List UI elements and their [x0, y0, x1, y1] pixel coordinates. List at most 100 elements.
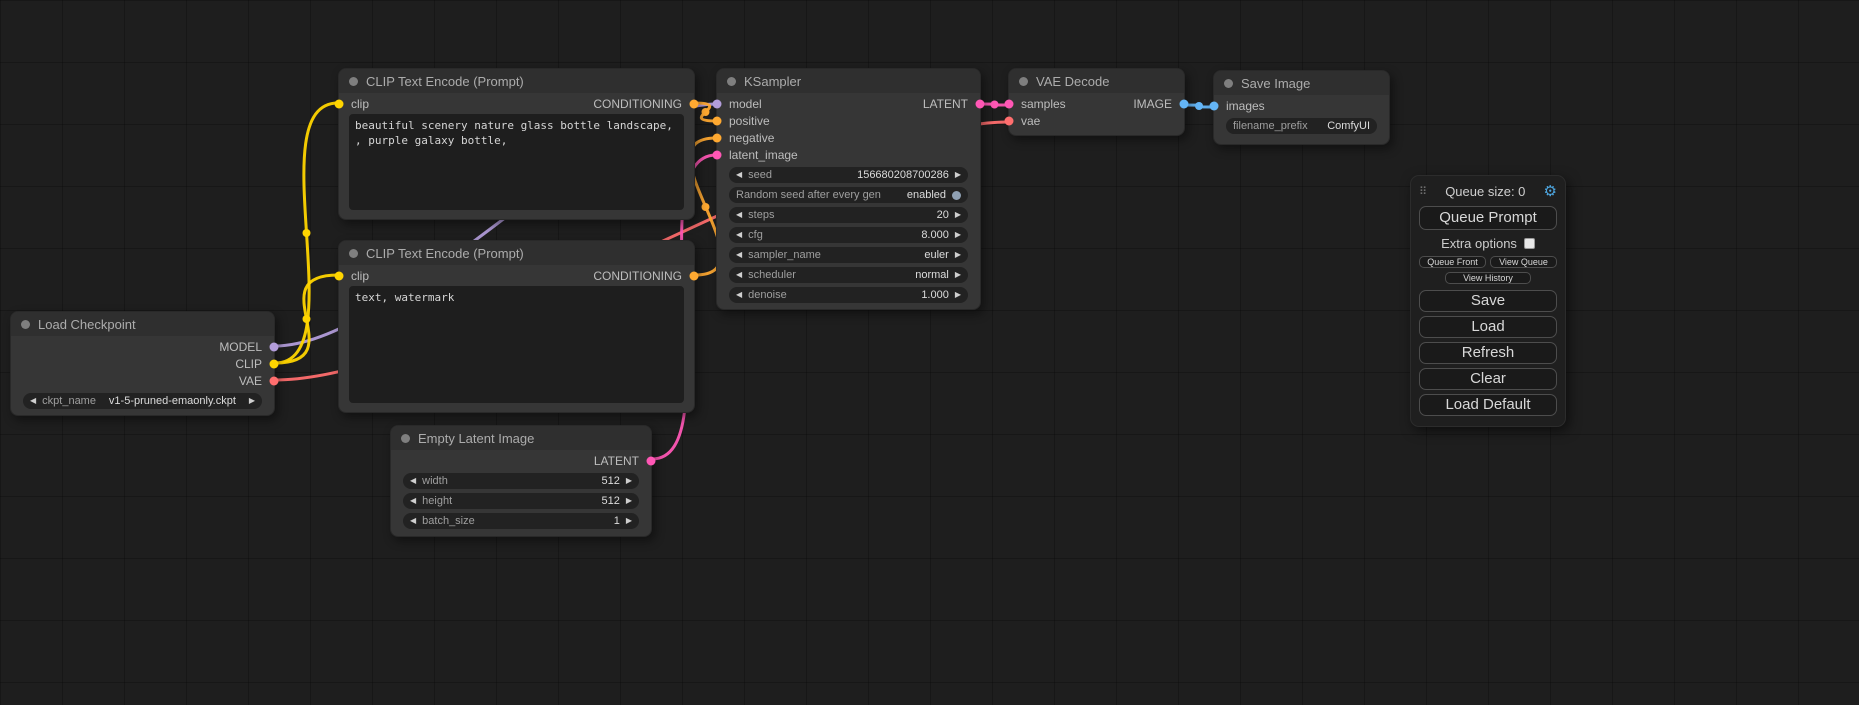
toggle-dot[interactable] — [952, 191, 961, 200]
conditioning-output-port[interactable]: CONDITIONING — [593, 267, 684, 284]
denoise-widget[interactable]: ◀ denoise 1.000 ▶ — [729, 287, 968, 303]
scheduler-widget[interactable]: ◀ scheduler normal ▶ — [729, 267, 968, 283]
collapse-toggle-icon[interactable] — [349, 249, 358, 258]
vae-port-dot[interactable] — [269, 376, 279, 386]
latent-port-dot[interactable] — [712, 150, 722, 160]
node-titlebar[interactable]: KSampler — [717, 69, 980, 93]
image-port-dot[interactable] — [1179, 99, 1189, 109]
increment-arrow-icon[interactable]: ▶ — [955, 291, 961, 299]
latent-output-port[interactable]: LATENT — [401, 452, 641, 469]
cfg-widget[interactable]: ◀ cfg 8.000 ▶ — [729, 227, 968, 243]
node-clip-text-encode-negative[interactable]: CLIP Text Encode (Prompt) clip CONDITION… — [338, 240, 695, 413]
increment-arrow-icon[interactable]: ▶ — [626, 517, 632, 525]
increment-arrow-icon[interactable]: ▶ — [955, 251, 961, 259]
decrement-arrow-icon[interactable]: ◀ — [736, 211, 742, 219]
decrement-arrow-icon[interactable]: ◀ — [736, 231, 742, 239]
ckpt-name-widget[interactable]: ◀ ckpt_name v1-5-pruned-emaonly.ckpt ▶ — [23, 393, 262, 409]
height-widget[interactable]: ◀ height 512 ▶ — [403, 493, 639, 509]
increment-arrow-icon[interactable]: ▶ — [955, 231, 961, 239]
collapse-toggle-icon[interactable] — [401, 434, 410, 443]
collapse-toggle-icon[interactable] — [1019, 77, 1028, 86]
increment-arrow-icon[interactable]: ▶ — [955, 171, 961, 179]
node-load-checkpoint[interactable]: Load Checkpoint MODEL CLIP VAE ◀ ckpt_na… — [10, 311, 275, 416]
decrement-arrow-icon[interactable]: ◀ — [30, 397, 36, 405]
increment-arrow-icon[interactable]: ▶ — [626, 497, 632, 505]
conditioning-port-dot[interactable] — [712, 116, 722, 126]
conditioning-port-dot[interactable] — [712, 133, 722, 143]
model-input-port[interactable]: model — [727, 95, 762, 112]
queue-prompt-button[interactable]: Queue Prompt — [1419, 206, 1557, 230]
node-titlebar[interactable]: Empty Latent Image — [391, 426, 651, 450]
collapse-toggle-icon[interactable] — [21, 320, 30, 329]
decrement-arrow-icon[interactable]: ◀ — [736, 271, 742, 279]
load-default-button[interactable]: Load Default — [1419, 394, 1557, 416]
vae-input-port[interactable]: vae — [1019, 112, 1174, 129]
clip-input-port[interactable]: clip — [349, 267, 369, 284]
sampler-name-widget[interactable]: ◀ sampler_name euler ▶ — [729, 247, 968, 263]
load-button[interactable]: Load — [1419, 316, 1557, 338]
node-save-image[interactable]: Save Image images filename_prefix ComfyU… — [1213, 70, 1390, 145]
model-output-port[interactable]: MODEL — [21, 338, 264, 355]
clip-port-dot[interactable] — [269, 359, 279, 369]
clip-port-dot[interactable] — [334, 271, 344, 281]
clear-button[interactable]: Clear — [1419, 368, 1557, 390]
save-button[interactable]: Save — [1419, 290, 1557, 312]
node-titlebar[interactable]: CLIP Text Encode (Prompt) — [339, 69, 694, 93]
view-history-button[interactable]: View History — [1445, 272, 1531, 284]
images-input-port[interactable]: images — [1224, 97, 1379, 114]
prompt-textarea[interactable]: text, watermark — [349, 286, 684, 403]
node-clip-text-encode-positive[interactable]: CLIP Text Encode (Prompt) clip CONDITION… — [338, 68, 695, 220]
extra-options-checkbox[interactable] — [1524, 238, 1535, 249]
model-port-dot[interactable] — [712, 99, 722, 109]
collapse-toggle-icon[interactable] — [349, 77, 358, 86]
node-titlebar[interactable]: CLIP Text Encode (Prompt) — [339, 241, 694, 265]
clip-input-port[interactable]: clip — [349, 95, 369, 112]
decrement-arrow-icon[interactable]: ◀ — [410, 497, 416, 505]
conditioning-output-port[interactable]: CONDITIONING — [593, 95, 684, 112]
drag-handle-icon[interactable]: ⠿ — [1419, 185, 1427, 198]
decrement-arrow-icon[interactable]: ◀ — [736, 291, 742, 299]
seed-widget[interactable]: ◀ seed 156680208700286 ▶ — [729, 167, 968, 183]
latent-image-input-port[interactable]: latent_image — [727, 146, 970, 163]
latent-port-dot[interactable] — [646, 456, 656, 466]
filename-prefix-widget[interactable]: filename_prefix ComfyUI — [1226, 118, 1377, 134]
conditioning-port-dot[interactable] — [689, 99, 699, 109]
clip-output-port[interactable]: CLIP — [21, 355, 264, 372]
increment-arrow-icon[interactable]: ▶ — [955, 271, 961, 279]
decrement-arrow-icon[interactable]: ◀ — [410, 517, 416, 525]
random-seed-widget[interactable]: Random seed after every gen enabled — [729, 187, 968, 203]
latent-port-dot[interactable] — [975, 99, 985, 109]
batch-size-widget[interactable]: ◀ batch_size 1 ▶ — [403, 513, 639, 529]
gear-icon[interactable]: ⚙ — [1544, 182, 1557, 200]
vae-port-dot[interactable] — [1004, 116, 1014, 126]
refresh-button[interactable]: Refresh — [1419, 342, 1557, 364]
width-widget[interactable]: ◀ width 512 ▶ — [403, 473, 639, 489]
collapse-toggle-icon[interactable] — [1224, 79, 1233, 88]
samples-input-port[interactable]: samples — [1019, 95, 1066, 112]
decrement-arrow-icon[interactable]: ◀ — [410, 477, 416, 485]
image-port-dot[interactable] — [1209, 101, 1219, 111]
latent-port-dot[interactable] — [1004, 99, 1014, 109]
increment-arrow-icon[interactable]: ▶ — [626, 477, 632, 485]
negative-input-port[interactable]: negative — [727, 129, 970, 146]
increment-arrow-icon[interactable]: ▶ — [249, 397, 255, 405]
latent-output-port[interactable]: LATENT — [923, 95, 970, 112]
node-vae-decode[interactable]: VAE Decode samples IMAGE vae — [1008, 68, 1185, 136]
collapse-toggle-icon[interactable] — [727, 77, 736, 86]
steps-widget[interactable]: ◀ steps 20 ▶ — [729, 207, 968, 223]
prompt-textarea[interactable]: beautiful scenery nature glass bottle la… — [349, 114, 684, 210]
node-titlebar[interactable]: Load Checkpoint — [11, 312, 274, 336]
node-ksampler[interactable]: KSampler model LATENT positive negative … — [716, 68, 981, 310]
conditioning-port-dot[interactable] — [689, 271, 699, 281]
clip-port-dot[interactable] — [334, 99, 344, 109]
node-titlebar[interactable]: Save Image — [1214, 71, 1389, 95]
increment-arrow-icon[interactable]: ▶ — [955, 211, 961, 219]
decrement-arrow-icon[interactable]: ◀ — [736, 251, 742, 259]
vae-output-port[interactable]: VAE — [21, 372, 264, 389]
view-queue-button[interactable]: View Queue — [1490, 256, 1557, 268]
positive-input-port[interactable]: positive — [727, 112, 970, 129]
image-output-port[interactable]: IMAGE — [1133, 95, 1174, 112]
decrement-arrow-icon[interactable]: ◀ — [736, 171, 742, 179]
node-empty-latent-image[interactable]: Empty Latent Image LATENT ◀ width 512 ▶ … — [390, 425, 652, 537]
node-titlebar[interactable]: VAE Decode — [1009, 69, 1184, 93]
